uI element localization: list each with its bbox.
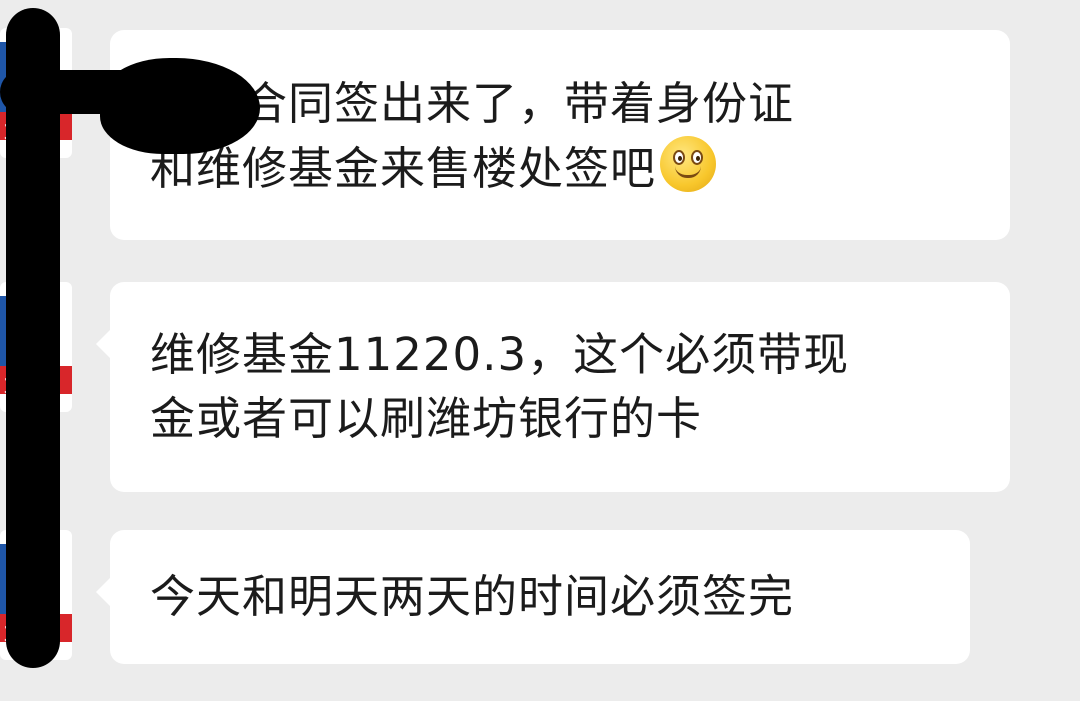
message-bubble[interactable]: 维修基金11220.3，这个必须带现 金或者可以刷潍坊银行的卡 [96,282,1010,492]
message-text: 和维修基金来售楼处签吧 [150,142,657,195]
message-line: …，合同签出来了，带着身份证 [150,77,795,130]
message-line: 和维修基金来售楼处签吧 [150,136,970,201]
message-bubble[interactable]: 今天和明天两天的时间必须签完 [96,530,970,664]
message-line: 维修基金11220.3，这个必须带现 [150,328,850,381]
smile-emoji-icon [660,136,717,192]
message-line: 今天和明天两天的时间必须签完 [150,570,795,623]
message-line: 金或者可以刷潍坊银行的卡 [150,392,703,445]
redaction-mark [100,58,260,154]
